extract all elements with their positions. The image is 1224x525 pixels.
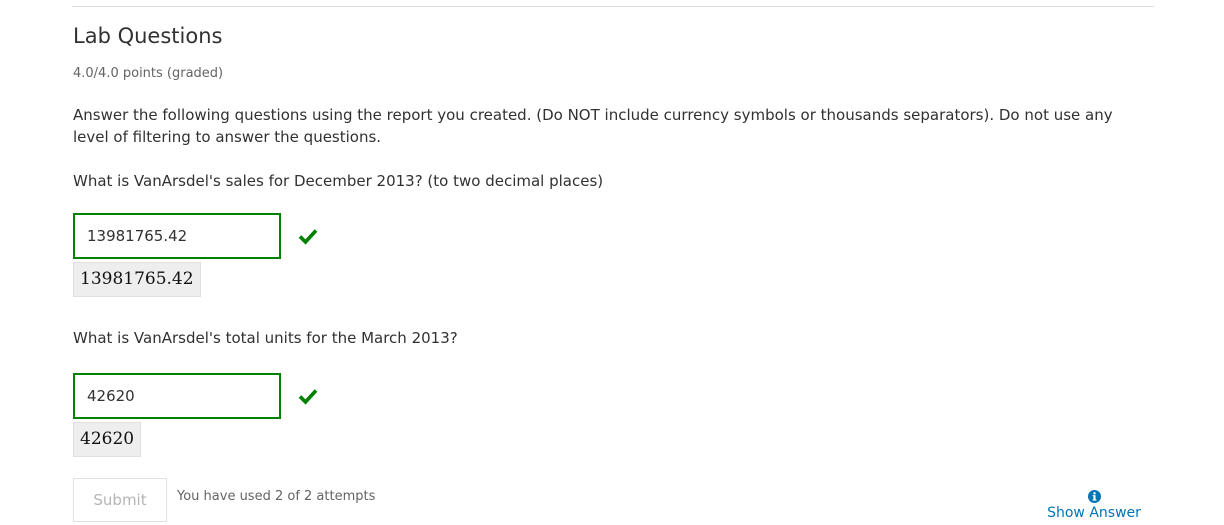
question-1-answer-input[interactable] — [73, 213, 281, 259]
question-1-math-preview: 13981765.42 — [73, 262, 201, 297]
checkmark-icon — [298, 389, 318, 405]
show-answer-button[interactable]: Show Answer — [1047, 490, 1141, 521]
checkmark-icon — [298, 229, 318, 245]
points-status: 4.0/4.0 points (graded) — [73, 66, 224, 81]
question-2-prompt: What is VanArsdel's total units for the … — [73, 329, 458, 347]
submit-button[interactable]: Submit — [73, 478, 167, 522]
question-2-answer-input[interactable] — [73, 373, 281, 419]
question-1-prompt: What is VanArsdel's sales for December 2… — [73, 172, 604, 190]
problem-instructions: Answer the following questions using the… — [73, 106, 1113, 146]
info-circle-icon — [1087, 490, 1101, 503]
attempts-counter: You have used 2 of 2 attempts — [177, 489, 376, 504]
question-2-math-preview: 42620 — [73, 422, 142, 457]
top-divider — [72, 6, 1154, 7]
problem-title: Lab Questions — [73, 24, 223, 48]
show-answer-label: Show Answer — [1047, 505, 1141, 521]
